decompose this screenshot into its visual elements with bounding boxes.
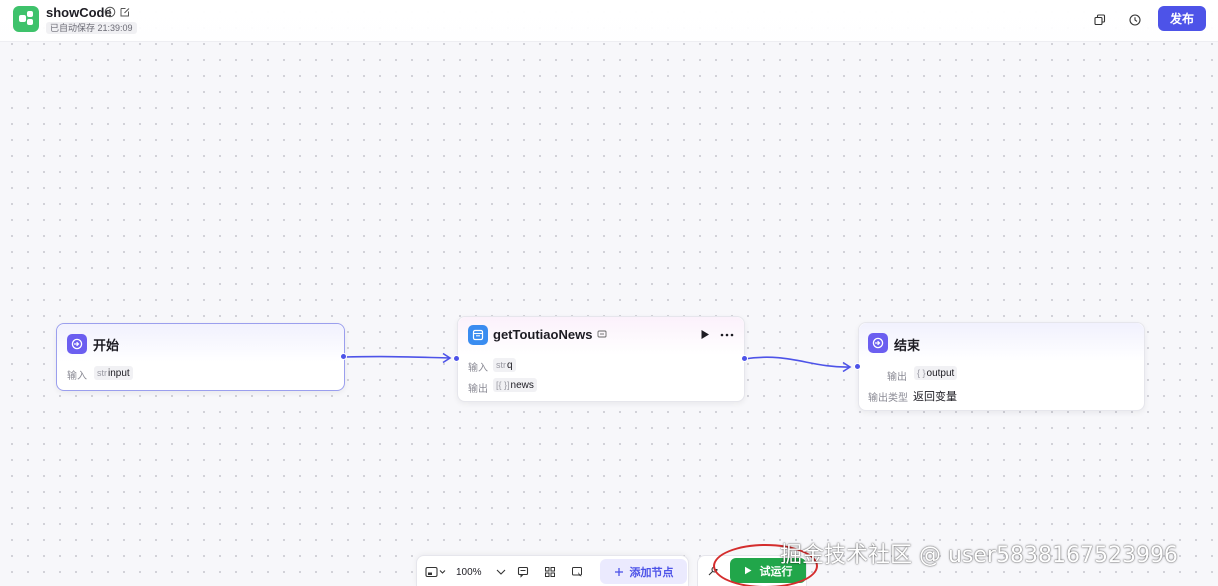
- history-icon[interactable]: [1125, 10, 1145, 30]
- grid-layout-icon: [545, 567, 555, 577]
- code-icon: [468, 325, 488, 345]
- edge-code-to-end: [743, 356, 851, 368]
- edge-start-to-code: [343, 355, 451, 359]
- edit-icon[interactable]: [119, 6, 131, 18]
- copy-icon[interactable]: [1090, 10, 1110, 30]
- add-node-label: 添加节点: [629, 566, 674, 579]
- edge-code-to-end-arrow: [842, 361, 852, 373]
- more-options-icon[interactable]: [720, 333, 734, 337]
- publish-button[interactable]: 发布: [1158, 6, 1206, 31]
- app-title: showCode: [46, 5, 112, 20]
- code-input-tag: strq: [493, 358, 516, 372]
- end-output-kind-label: 输出类型: [868, 393, 908, 404]
- minimap-toggle[interactable]: [423, 562, 449, 582]
- edges-layer: [343, 352, 852, 373]
- start-output-port[interactable]: [340, 353, 347, 360]
- app-logo-icon: [13, 6, 39, 32]
- end-node-title: 结束: [894, 338, 921, 353]
- start-node-title: 开始: [93, 338, 120, 353]
- plugin-badge-icon: [597, 330, 607, 338]
- chevron-down-icon: [496, 569, 506, 575]
- code-output-port[interactable]: [741, 355, 748, 362]
- code-output-label: 输出: [468, 384, 488, 395]
- start-node[interactable]: 开始 输入 strinput: [56, 323, 345, 391]
- comment-icon: [517, 566, 529, 578]
- zoom-select[interactable]: 100%: [453, 562, 509, 582]
- autosave-status: 已自动保存 21:39:09: [46, 22, 137, 34]
- play-icon: [744, 566, 751, 575]
- start-input-tag: strinput: [94, 366, 133, 380]
- wrench-icon[interactable]: [707, 565, 719, 577]
- info-icon[interactable]: [104, 6, 116, 18]
- end-output-kind-value: 返回变量: [913, 391, 957, 403]
- plus-icon: [614, 567, 623, 576]
- run-node-icon[interactable]: [700, 329, 710, 340]
- code-input-label: 输入: [468, 363, 488, 374]
- code-input-port[interactable]: [453, 355, 460, 362]
- end-node[interactable]: 结束 输出 { }output 输出类型 返回变量: [858, 322, 1145, 411]
- watermark: 掘金技术社区 @ user5838167523996: [780, 543, 1178, 568]
- code-output-tag: [{ }]news: [493, 378, 537, 392]
- minimap-icon: [425, 566, 446, 578]
- zoom-value: 100%: [456, 566, 482, 578]
- header-bar: showCode 已自动保存 21:39:09 发布: [0, 0, 1218, 42]
- start-input-label: 输入: [67, 371, 87, 382]
- edge-start-to-code-arrow: [442, 352, 452, 364]
- add-node-button[interactable]: 添加节点: [600, 559, 687, 584]
- start-icon: [67, 334, 87, 354]
- comment-button[interactable]: [513, 562, 533, 582]
- code-node-title: getToutiaoNews: [493, 327, 593, 342]
- end-input-port[interactable]: [854, 363, 861, 370]
- select-mode-button[interactable]: [567, 562, 587, 582]
- end-output-tag: { }output: [914, 366, 958, 380]
- pointer-select-icon: [572, 567, 582, 577]
- end-output-label: 输出: [887, 372, 907, 383]
- end-icon: [868, 333, 888, 353]
- auto-layout-button[interactable]: [540, 562, 560, 582]
- code-node[interactable]: getToutiaoNews 输入 strq 输出 [{ }]news: [457, 316, 745, 402]
- canvas-toolbar: 100% 添加节点: [416, 555, 689, 586]
